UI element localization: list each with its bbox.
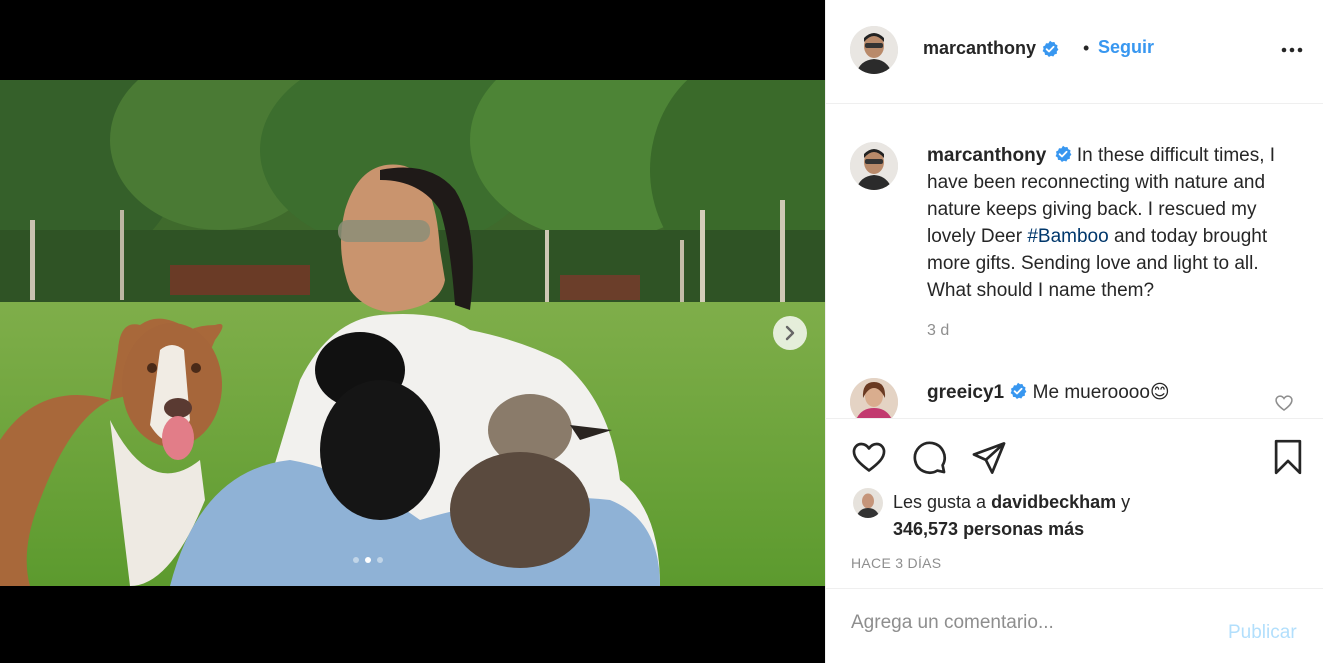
commenter-avatar[interactable] — [850, 378, 898, 418]
post-header: marcanthony • Seguir — [826, 0, 1323, 104]
carousel-dot — [353, 557, 359, 563]
username-text[interactable]: marcanthony — [923, 38, 1036, 58]
post-author-username[interactable]: marcanthony — [923, 38, 1059, 59]
comment-username[interactable]: greeicy1 — [927, 382, 1004, 403]
hashtag-link[interactable]: #Bamboo — [1027, 226, 1108, 247]
add-comment-bar: Publicar — [826, 588, 1323, 664]
likes-summary: Les gusta a davidbeckham y 346,573 perso… — [893, 489, 1130, 543]
post-photo[interactable] — [0, 80, 825, 586]
comment-heart-icon[interactable] — [1274, 393, 1294, 413]
comment-body: Me mueroooo — [1027, 382, 1150, 403]
likes-conjunction: y — [1116, 492, 1131, 512]
publish-button[interactable]: Publicar — [1228, 622, 1297, 644]
carousel-dot-active — [365, 557, 371, 563]
next-photo-button[interactable] — [773, 316, 807, 350]
caption-text: marcanthony In these difficult times, I … — [927, 142, 1299, 304]
avatar[interactable] — [850, 142, 898, 190]
verified-badge-icon — [1055, 146, 1071, 163]
share-icon[interactable] — [970, 439, 1008, 477]
separator-dot: • — [1083, 38, 1090, 58]
post-media — [0, 0, 825, 663]
comments-section[interactable]: marcanthony In these difficult times, I … — [826, 104, 1323, 418]
carousel-dot — [377, 557, 383, 563]
caption-timestamp[interactable]: 3 d — [927, 322, 949, 340]
comment-text: greeicy1 Me mueroooo😊 — [927, 381, 1170, 404]
verified-badge-icon — [1011, 383, 1027, 400]
post-side-panel: marcanthony • Seguir marcanthony In thes… — [825, 0, 1323, 663]
heart-icon[interactable] — [850, 438, 888, 476]
comment-input[interactable] — [851, 608, 1211, 638]
verified-badge-icon — [1042, 41, 1059, 58]
carousel-indicator — [353, 557, 383, 563]
comment-icon[interactable] — [910, 438, 948, 476]
avatar[interactable] — [850, 26, 898, 74]
liker-username[interactable]: davidbeckham — [991, 492, 1116, 512]
follow-button[interactable]: Seguir — [1098, 37, 1154, 58]
likes-count[interactable]: 346,573 personas más — [893, 519, 1084, 539]
more-horizontal-icon[interactable] — [1280, 38, 1304, 62]
likes-prefix: Les gusta a — [893, 492, 992, 512]
bookmark-icon[interactable] — [1269, 437, 1307, 477]
liker-avatar[interactable] — [853, 488, 883, 518]
smiling-emoji: 😊 — [1149, 382, 1170, 403]
caption-username[interactable]: marcanthony — [927, 145, 1046, 166]
post-timestamp[interactable]: HACE 3 DÍAS — [851, 555, 941, 571]
chevron-right-icon — [785, 325, 795, 341]
